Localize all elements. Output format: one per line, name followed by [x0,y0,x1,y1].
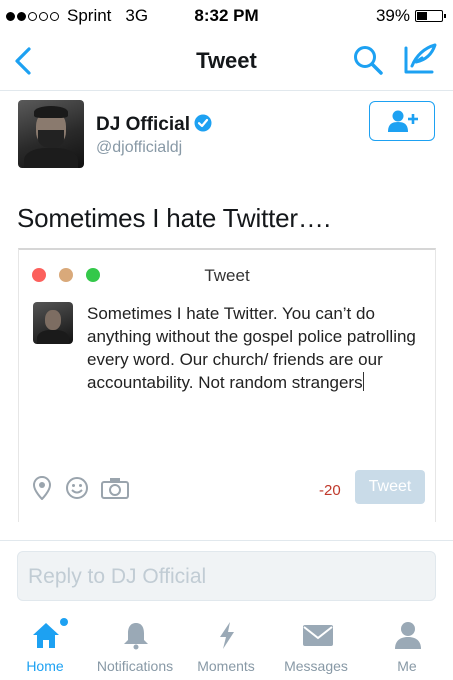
new-content-dot [60,618,68,626]
tab-home[interactable]: Home [0,610,90,680]
tab-bar: Home Notifications Moments Messages Me [0,610,453,680]
search-icon[interactable] [352,44,384,76]
reply-box[interactable] [17,551,436,601]
tab-messages[interactable]: Messages [271,610,361,680]
divider [0,540,453,541]
verified-badge-icon [194,114,212,132]
compose-icon[interactable] [402,42,438,76]
emoji-icon [66,477,88,499]
embedded-avatar [33,302,73,344]
status-bar: Sprint 3G 8:32 PM 39% [0,0,453,32]
tweet-text: Sometimes I hate Twitter…. [17,203,331,233]
embedded-tweet-button: Tweet [355,470,425,504]
embedded-toolbar [33,476,129,500]
embedded-window-title: Tweet [204,266,250,285]
tab-moments[interactable]: Moments [181,610,271,680]
tweet-image[interactable]: Tweet Sometimes I hate Twitter. You can’… [18,248,436,522]
tab-notifications[interactable]: Notifications [90,610,180,680]
author-name-row[interactable]: DJ Official [96,114,212,136]
bell-icon [124,623,148,650]
page-title: Tweet [196,48,257,73]
character-count: -20 [319,482,341,499]
author-handle[interactable]: @djofficialdj [96,139,182,157]
author-name[interactable]: DJ Official [96,114,190,135]
reply-input[interactable] [26,561,420,593]
location-pin-icon [33,476,51,500]
envelope-icon [303,625,333,646]
follow-button[interactable] [369,101,435,141]
home-icon [33,623,59,648]
battery-percent: 39% [375,6,410,25]
tab-label: Me [397,658,417,674]
embedded-tweet-body: Sometimes I hate Twitter. You can’t do a… [87,304,416,392]
add-user-icon [388,110,418,132]
avatar[interactable] [18,100,84,168]
tab-me[interactable]: Me [362,610,452,680]
camera-icon [101,478,129,499]
navigation-bar: Tweet [0,32,453,91]
battery-icon [415,10,446,22]
person-icon [395,622,421,649]
lightning-icon [220,622,234,649]
